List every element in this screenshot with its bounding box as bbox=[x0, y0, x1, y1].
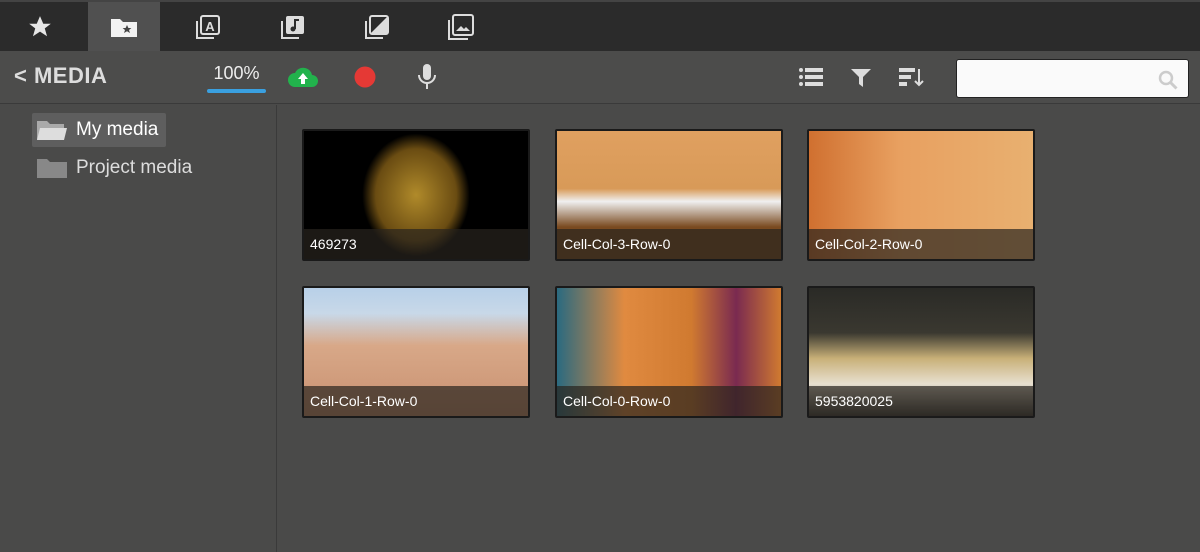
media-thumbnail[interactable]: Cell-Col-1-Row-0 bbox=[302, 286, 530, 418]
zoom-indicator bbox=[207, 89, 266, 93]
tab-my-media[interactable] bbox=[88, 2, 160, 51]
record-icon bbox=[354, 66, 376, 88]
list-icon bbox=[799, 68, 823, 86]
sort-icon bbox=[899, 68, 924, 87]
list-view-button[interactable] bbox=[798, 65, 824, 89]
image-library-icon bbox=[448, 13, 474, 40]
text-library-icon: A bbox=[196, 14, 220, 39]
zoom-level[interactable]: 100% bbox=[207, 63, 266, 84]
sort-button[interactable] bbox=[897, 65, 925, 89]
record-button[interactable] bbox=[352, 64, 378, 90]
chevron-left-icon: < bbox=[14, 63, 34, 88]
media-thumbnail[interactable]: Cell-Col-0-Row-0 bbox=[555, 286, 783, 418]
folder-sidebar: My media Project media bbox=[0, 105, 277, 552]
media-thumbnail[interactable]: 469273 bbox=[302, 129, 530, 261]
filter-icon bbox=[851, 69, 871, 87]
upload-button[interactable] bbox=[286, 63, 320, 91]
tab-text[interactable]: A bbox=[172, 2, 244, 51]
microphone-icon bbox=[418, 64, 436, 89]
svg-text:A: A bbox=[205, 19, 215, 34]
microphone-button[interactable] bbox=[414, 62, 440, 92]
star-icon bbox=[29, 15, 51, 36]
media-thumbnail[interactable]: 5953820025 bbox=[807, 286, 1035, 418]
media-toolbar: < MEDIA 100% bbox=[0, 51, 1200, 104]
folder-open-icon bbox=[37, 121, 67, 140]
back-button[interactable]: < MEDIA bbox=[14, 63, 107, 89]
tab-effects[interactable] bbox=[341, 2, 413, 51]
top-tab-bar: A bbox=[0, 0, 1200, 51]
search-icon bbox=[1158, 70, 1178, 90]
sidebar-item-project-media[interactable]: Project media bbox=[32, 151, 200, 185]
media-thumbnail[interactable]: Cell-Col-3-Row-0 bbox=[555, 129, 783, 261]
tab-images[interactable] bbox=[425, 2, 497, 51]
tab-favorites[interactable] bbox=[4, 2, 76, 51]
folder-star-icon bbox=[111, 18, 137, 37]
tab-audio[interactable] bbox=[257, 2, 329, 51]
music-library-icon bbox=[281, 15, 304, 39]
filter-button[interactable] bbox=[848, 65, 874, 89]
contrast-library-icon bbox=[365, 14, 389, 39]
cloud-upload-icon bbox=[288, 67, 318, 87]
search-input[interactable] bbox=[956, 59, 1189, 98]
sidebar-item-my-media[interactable]: My media bbox=[32, 113, 167, 147]
media-thumbnail[interactable]: Cell-Col-2-Row-0 bbox=[807, 129, 1035, 261]
folder-icon bbox=[37, 159, 67, 178]
